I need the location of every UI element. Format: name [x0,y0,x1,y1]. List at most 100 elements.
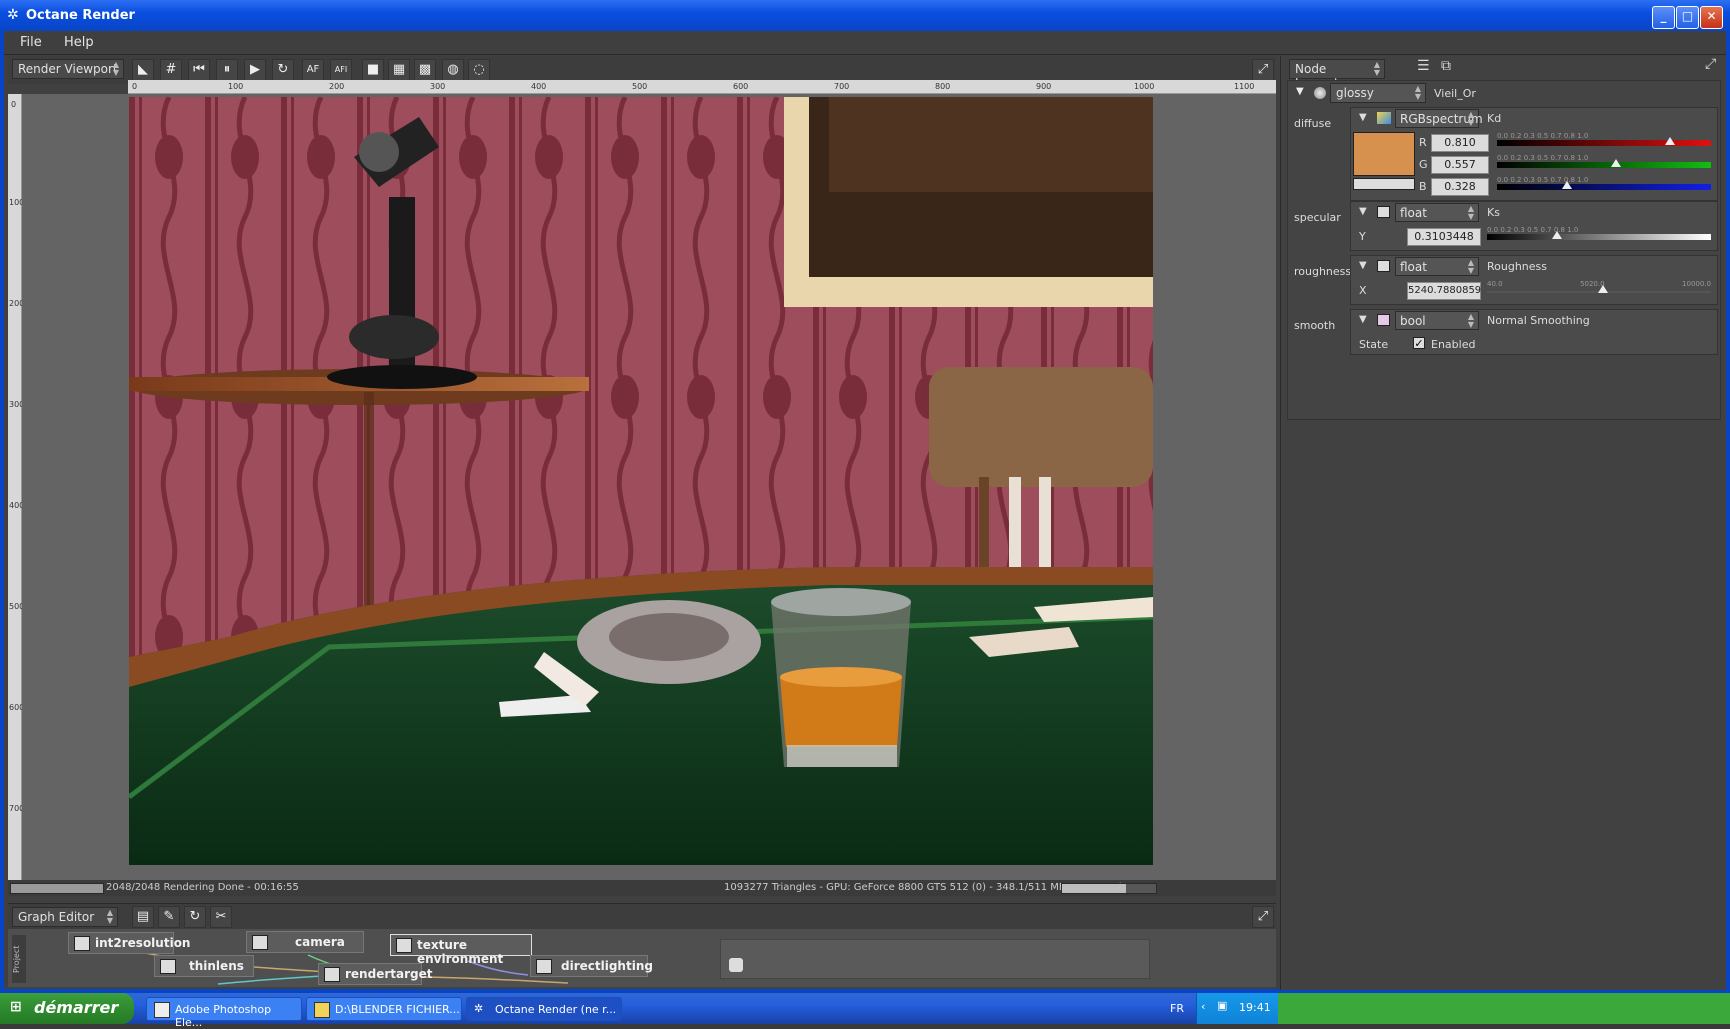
diffuse-param: Kd [1487,112,1502,125]
graph-edit-icon[interactable]: ✎ [158,906,180,928]
pause-icon[interactable]: ⏸ [216,59,238,81]
close-button[interactable]: ✕ [1700,6,1723,29]
graph-new-icon[interactable]: ▤ [132,906,154,928]
roughness-slider-thumb[interactable] [1598,285,1609,293]
graph-node-texture-environment[interactable]: texture environment [390,934,532,966]
graph-node-directlighting[interactable]: directlighting [530,955,653,977]
node-icon [160,959,176,974]
task-explorer[interactable]: D:\BLENDER FICHIER... [306,997,462,1021]
diffuse-type-combo[interactable]: RGBspectrum ▲ ▼ [1395,109,1483,128]
grid-tool-icon[interactable]: # [160,59,182,81]
node-icon [396,938,412,953]
b-input[interactable]: 0.328 [1431,178,1489,196]
collapse-triangle-icon[interactable]: ▼ [1296,86,1304,97]
task-octane[interactable]: ✲ Octane Render (ne r... [466,997,622,1021]
tray-expand-icon[interactable]: ‹ [1201,1000,1205,1013]
graph-node-int2resolution[interactable]: int2resolution [68,932,190,954]
menu-help[interactable]: Help [64,35,94,50]
material-type-combo[interactable]: glossy ▲ ▼ [1330,83,1426,103]
g-slider-thumb[interactable] [1611,159,1622,167]
minimize-button[interactable]: _ [1652,6,1675,29]
smooth-label: smooth [1294,319,1336,332]
specular-axis: Y [1359,230,1366,243]
collapse-triangle-icon[interactable]: ▼ [1359,314,1367,325]
clock: 19:41 [1239,1001,1271,1014]
restart-icon[interactable]: ⏮ [188,59,210,81]
ruler-tick: 0 [132,82,138,91]
status-bar: 2048/2048 Rendering Done - 00:16:55 1093… [8,880,1276,896]
r-input[interactable]: 0.810 [1431,134,1489,152]
menu-file[interactable]: File [20,35,42,50]
combo-arrow-icon: ▲ ▼ [112,60,119,77]
specular-input[interactable]: 0.3103448 [1407,228,1481,246]
specular-slider-thumb[interactable] [1551,231,1562,239]
inspector-maximize-icon[interactable]: ⤢ [1705,56,1716,72]
autofocus-button[interactable]: AF [302,59,324,81]
select-tool-icon[interactable]: ◣ [132,59,154,81]
render-image[interactable] [129,97,1153,865]
half-region-icon[interactable]: ▩ [414,59,436,81]
roughness-slider[interactable]: 40.0 5020.0 10000.0 [1487,280,1711,294]
task-photoshop[interactable]: Adobe Photoshop Ele... [146,997,302,1029]
specular-slider[interactable]: 0.0 0.2 0.3 0.5 0.7 0.8 1.0 [1487,226,1711,240]
export-icon[interactable]: ◌ [468,59,490,81]
smooth-type-combo[interactable]: bool ▲ ▼ [1395,311,1479,330]
graph-maximize-icon[interactable]: ⤢ [1252,906,1274,928]
enabled-checkbox[interactable]: ✓ [1413,337,1425,349]
collapse-triangle-icon[interactable]: ▼ [1359,206,1367,217]
graph-output-strip[interactable] [720,939,1150,979]
graph-node-camera[interactable]: camera [246,931,364,953]
viewport-combo[interactable]: Render Viewport ▲ ▼ [12,59,124,79]
roughness-group: ▼ float ▲ ▼ Roughness X 5240.7880859 40.0 5… [1350,255,1718,305]
octane-task-icon: ✲ [474,1002,484,1015]
memory-bar [1061,883,1157,894]
inspector-list-icon[interactable]: ☰ [1417,58,1430,74]
ruler-tick: 200 [329,82,345,91]
material-name: Vieil_Or [1434,87,1476,100]
graph-node-thinlens[interactable]: thinlens [154,955,254,977]
graph-editor-combo[interactable]: Graph Editor ▲ ▼ [12,907,118,927]
task-label: D:\BLENDER FICHIER... [335,1003,460,1016]
refresh-icon[interactable]: ↻ [272,59,294,81]
start-button[interactable]: ⊞ démarrer [0,993,134,1024]
graph-node-rendertarget[interactable]: rendertarget [318,963,432,985]
node-label: directlighting [561,959,653,973]
inspector-combo[interactable]: Node Inspector ▲▼ [1289,59,1385,90]
specular-param: Ks [1487,206,1500,219]
menu-bar: File Help [4,31,1726,55]
region-icon[interactable]: ■ [362,59,384,81]
maximize-button[interactable]: □ [1676,6,1699,29]
diffuse-color-swatch[interactable] [1353,132,1415,176]
combo-arrow-icon: ▲ ▼ [1414,84,1421,101]
render-status: 2048/2048 Rendering Done - 00:16:55 [106,882,299,893]
autofocus-image-button[interactable]: AFI [330,59,352,81]
roughness-type-combo[interactable]: float ▲ ▼ [1395,257,1479,276]
material-group: ▼ glossy ▲ ▼ Vieil_Or diffuse ▼ RGBspectru… [1287,80,1721,420]
b-slider-thumb[interactable] [1562,181,1573,189]
graph-cut-icon[interactable]: ✂ [210,906,232,928]
g-slider[interactable]: 0.0 0.2 0.3 0.5 0.7 0.8 1.0 [1497,154,1711,168]
inspector-window-icon[interactable]: ⧉ [1441,58,1451,74]
checker-icon[interactable]: ▦ [388,59,410,81]
bool-icon [1377,314,1390,326]
play-icon[interactable]: ▶ [244,59,266,81]
r-label: R [1419,136,1427,149]
specular-type-combo[interactable]: float ▲ ▼ [1395,203,1479,222]
g-input[interactable]: 0.557 [1431,156,1489,174]
graph-refresh-icon[interactable]: ↻ [184,906,206,928]
roughness-input[interactable]: 5240.7880859 [1407,282,1481,300]
b-slider[interactable]: 0.0 0.2 0.3 0.5 0.7 0.8 1.0 [1497,176,1711,190]
language-indicator[interactable]: FR [1170,1002,1184,1015]
render-scene [129,97,1153,865]
r-slider-thumb[interactable] [1665,137,1676,145]
save-image-icon[interactable]: ◍ [442,59,464,81]
graph-editor-canvas[interactable]: Project int2resolution camera texture en… [8,929,1276,987]
ruler-horizontal: 0 100 200 300 400 500 600 700 800 900 10… [128,80,1276,94]
tray-network-icon[interactable]: ▣ [1217,999,1227,1012]
collapse-triangle-icon[interactable]: ▼ [1359,260,1367,271]
collapse-triangle-icon[interactable]: ▼ [1359,112,1367,123]
desktop-area [1278,993,1730,1024]
r-slider[interactable]: 0.0 0.2 0.3 0.5 0.7 0.8 1.0 [1497,132,1711,146]
diffuse-color-preview [1353,178,1415,190]
viewport-maximize-icon[interactable]: ⤢ [1252,59,1274,81]
